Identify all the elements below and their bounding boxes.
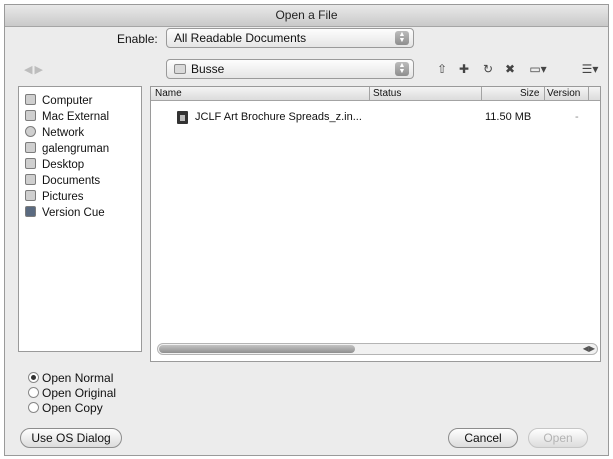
- indesign-file-icon: [177, 111, 188, 124]
- enable-label: Enable:: [117, 32, 158, 46]
- open-normal-radio[interactable]: Open Normal: [28, 371, 113, 385]
- radio-icon: [28, 402, 39, 413]
- column-header: Name Status Size Version: [151, 87, 600, 101]
- file-size: 11.50 MB: [485, 111, 532, 123]
- version-cue-icon: [25, 206, 36, 217]
- sidebar-item-galengruman[interactable]: galengruman: [25, 142, 139, 158]
- history-nav: ◀▶: [24, 63, 45, 76]
- go-up-folder-icon[interactable]: ⇧: [434, 61, 450, 77]
- file-version: -: [575, 111, 579, 123]
- horizontal-scrollbar[interactable]: ◀▶: [157, 343, 598, 355]
- documents-icon: [25, 174, 36, 185]
- sidebar-item-documents[interactable]: Documents: [25, 174, 139, 190]
- forward-arrow-icon[interactable]: ▶: [34, 64, 44, 76]
- window-title: Open a File: [275, 8, 338, 22]
- sidebar-item-version-cue[interactable]: Version Cue: [25, 206, 139, 222]
- sidebar-item-mac-external[interactable]: Mac External: [25, 110, 139, 126]
- computer-icon: [25, 94, 36, 105]
- table-row[interactable]: JCLF Art Brochure Spreads_z.in... 11.50 …: [151, 110, 600, 126]
- popup-arrows-icon: ▲ ▼: [395, 62, 409, 76]
- title-bar: Open a File: [5, 5, 608, 27]
- column-size[interactable]: Size: [520, 88, 539, 99]
- column-divider[interactable]: [588, 87, 589, 101]
- location-value: Busse: [191, 62, 225, 76]
- open-original-radio[interactable]: Open Original: [28, 386, 116, 400]
- view-menu-icon[interactable]: ▭▾: [526, 61, 550, 77]
- column-divider[interactable]: [544, 87, 545, 101]
- network-icon: [25, 126, 36, 137]
- back-arrow-icon[interactable]: ◀: [24, 64, 34, 76]
- column-status[interactable]: Status: [373, 88, 401, 99]
- scroll-thumb[interactable]: [159, 345, 355, 353]
- desktop-icon: [25, 158, 36, 169]
- sidebar-item-computer[interactable]: Computer: [25, 94, 139, 110]
- radio-selected-icon: [28, 372, 39, 383]
- folder-icon: [174, 64, 186, 74]
- list-view-icon[interactable]: ☰▾: [580, 61, 600, 77]
- drive-icon: [25, 110, 36, 121]
- scroll-arrows-icon[interactable]: ◀▶: [583, 344, 595, 354]
- enable-popup[interactable]: All Readable Documents ▲ ▼: [166, 28, 414, 48]
- location-popup[interactable]: Busse ▲ ▼: [166, 59, 414, 79]
- delete-icon[interactable]: ✖: [502, 61, 518, 77]
- refresh-icon[interactable]: ↻: [480, 61, 496, 77]
- column-divider[interactable]: [369, 87, 370, 101]
- sidebar-splitter[interactable]: [143, 86, 150, 352]
- sidebar-item-desktop[interactable]: Desktop: [25, 158, 139, 174]
- home-icon: [25, 142, 36, 153]
- column-name[interactable]: Name: [155, 88, 182, 99]
- open-copy-radio[interactable]: Open Copy: [28, 401, 103, 415]
- file-list: Name Status Size Version JCLF Art Brochu…: [150, 86, 601, 362]
- file-name: JCLF Art Brochure Spreads_z.in...: [195, 111, 362, 123]
- popup-arrows-icon: ▲ ▼: [395, 31, 409, 45]
- sidebar-item-network[interactable]: Network: [25, 126, 139, 142]
- column-divider[interactable]: [481, 87, 482, 101]
- column-version[interactable]: Version: [547, 88, 580, 99]
- cancel-button[interactable]: Cancel: [448, 428, 518, 448]
- use-os-dialog-button[interactable]: Use OS Dialog: [20, 428, 122, 448]
- open-button[interactable]: Open: [528, 428, 588, 448]
- pictures-icon: [25, 190, 36, 201]
- places-sidebar: Computer Mac External Network galengruma…: [18, 86, 142, 352]
- sidebar-item-pictures[interactable]: Pictures: [25, 190, 139, 206]
- enable-value: All Readable Documents: [174, 31, 307, 45]
- radio-icon: [28, 387, 39, 398]
- new-folder-icon[interactable]: ✚: [456, 61, 472, 77]
